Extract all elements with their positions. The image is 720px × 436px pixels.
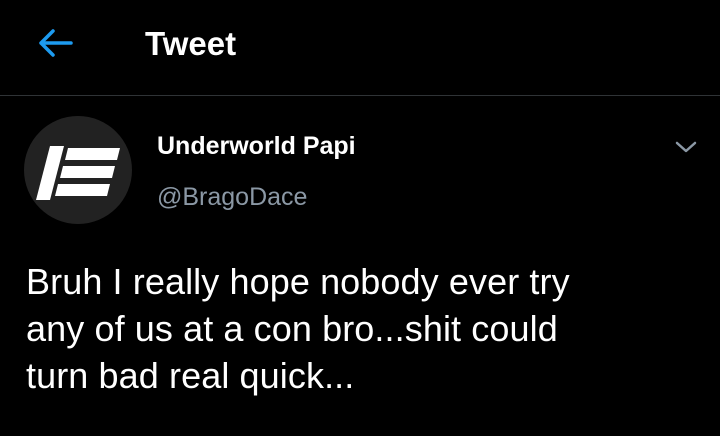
tweet-text-line: turn bad real quick... [26,355,355,396]
top-bar: Tweet [0,0,720,96]
more-options-button[interactable] [666,130,706,164]
avatar[interactable] [24,116,132,224]
tweet-text-line: any of us at a con bro...shit could [26,308,558,349]
logo-icon [36,146,120,200]
tweet-text-line: Bruh I really hope nobody ever try [26,261,570,302]
chevron-down-icon [675,141,697,153]
page-title: Tweet [145,25,237,62]
arrow-left-icon [39,29,73,57]
back-button[interactable] [30,20,80,66]
tweet-text: Bruh I really hope nobody ever try any o… [26,258,706,399]
author-handle[interactable]: @BragoDace [157,180,307,214]
author-display-name[interactable]: Underworld Papi [157,130,356,162]
